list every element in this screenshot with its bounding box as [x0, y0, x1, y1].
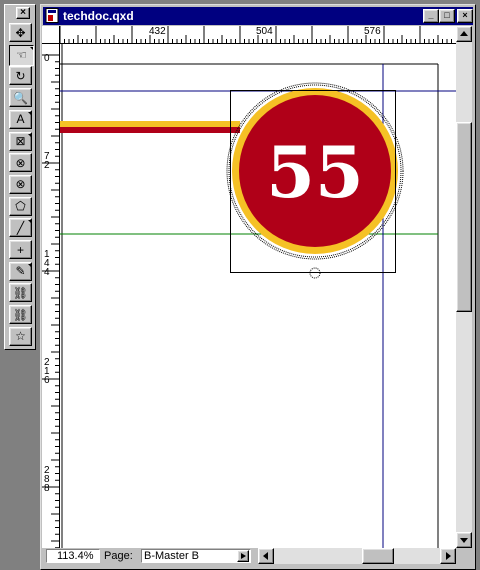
- rotation-tool-button[interactable]: ↻: [9, 66, 32, 86]
- bezier-pen-tool-icon: ✎: [15, 264, 26, 279]
- ruler-label: 1 4 4: [44, 249, 50, 278]
- oval-picture-box-tool-icon: ⊗: [15, 155, 26, 170]
- page-menu-button[interactable]: [237, 550, 249, 562]
- horizontal-ruler[interactable]: 432 504 576: [60, 26, 456, 44]
- page-value: B-Master B: [144, 550, 200, 562]
- minimize-button[interactable]: _: [423, 9, 439, 23]
- content-tool-button[interactable]: ☜: [9, 44, 34, 66]
- bezier-pen-tool-button[interactable]: ✎: [9, 261, 32, 281]
- rotation-tool-icon: ↻: [15, 68, 26, 83]
- arrow-up-icon: [460, 31, 468, 36]
- page-label: Page:: [104, 550, 133, 562]
- line-tool-button[interactable]: ╱: [9, 218, 32, 238]
- circle-picture-box-tool-icon: ⊗: [15, 177, 26, 192]
- tool-palette: × ✥ ☜ ↻ 🔍 A ⊠ ⊗ ⊗ ⬠ ╱ + ✎ ⛓ ⛓ ☆: [4, 4, 36, 350]
- ruler-label: 2 8 8: [44, 465, 50, 494]
- scroll-up-button[interactable]: [456, 26, 472, 42]
- scroll-down-button[interactable]: [456, 532, 472, 548]
- linking-tool-icon: ⛓: [12, 285, 29, 300]
- resize-grip[interactable]: [458, 548, 472, 564]
- page-artwork[interactable]: 55: [60, 44, 456, 548]
- content-tool-icon: ☜: [16, 48, 27, 63]
- zoom-field[interactable]: 113.4%: [46, 549, 100, 563]
- arrow-right-icon: [446, 552, 451, 560]
- star-tool-icon: ☆: [15, 329, 26, 344]
- popout-indicator: [28, 220, 31, 224]
- scroll-right-button[interactable]: [440, 548, 456, 564]
- picture-box-tool-button[interactable]: ⊠: [9, 131, 32, 151]
- ruler-label: 0: [44, 53, 50, 64]
- star-tool-button[interactable]: ☆: [9, 326, 32, 346]
- document-canvas[interactable]: 55: [60, 44, 456, 548]
- document-icon: [45, 8, 59, 23]
- gold-stripe: [60, 121, 240, 127]
- item-tool-icon: ✥: [15, 25, 26, 40]
- vertical-scroll-thumb[interactable]: [456, 122, 472, 312]
- ruler-label: 432: [149, 26, 166, 37]
- picture-box-tool-icon: ⊠: [15, 134, 26, 148]
- horizontal-scrollbar[interactable]: [258, 548, 456, 564]
- badge-number: 55: [266, 131, 363, 214]
- zoom-tool-button[interactable]: 🔍: [9, 88, 32, 108]
- bezier-picture-box-tool-button[interactable]: ⬠: [9, 196, 32, 216]
- popout-indicator: [28, 133, 31, 137]
- vertical-scrollbar[interactable]: [456, 26, 472, 548]
- circle-picture-box-tool-button[interactable]: ⊗: [9, 174, 32, 194]
- orthogonal-line-tool-icon: +: [16, 242, 24, 257]
- ruler-label: 576: [364, 26, 381, 37]
- vertical-ruler[interactable]: 0 7 2 1 4 4 2 1 6 2 8 8: [42, 44, 60, 548]
- line-tool-icon: ╱: [16, 220, 25, 235]
- arrow-down-icon: [460, 538, 468, 543]
- oval-picture-box-tool-button[interactable]: ⊗: [9, 153, 32, 173]
- maximize-button[interactable]: □: [439, 9, 455, 23]
- arrow-left-icon: [263, 552, 268, 560]
- palette-close-button[interactable]: ×: [16, 7, 30, 19]
- text-box-tool-button[interactable]: A: [9, 109, 32, 129]
- horizontal-scroll-thumb[interactable]: [362, 548, 394, 564]
- item-tool-button[interactable]: ✥: [9, 23, 32, 42]
- unlinking-tool-icon: ⛓: [12, 307, 29, 322]
- ruler-label: 7 2: [44, 151, 50, 171]
- close-button[interactable]: ×: [457, 9, 473, 23]
- orthogonal-line-tool-button[interactable]: +: [9, 240, 32, 259]
- title-bar: techdoc.qxd _ □ ×: [43, 7, 473, 25]
- ruler-label: 2 1 6: [44, 357, 50, 386]
- window-title: techdoc.qxd: [63, 9, 134, 23]
- linking-tool-button[interactable]: ⛓: [9, 283, 32, 303]
- bezier-picture-box-tool-icon: ⬠: [15, 199, 26, 214]
- popout-indicator: [28, 263, 31, 267]
- scroll-left-button[interactable]: [258, 548, 274, 564]
- status-bar: 113.4% Page: B-Master B: [42, 548, 472, 565]
- zoom-tool-icon: 🔍: [13, 90, 28, 105]
- ruler-label: 504: [256, 26, 273, 37]
- text-box-tool-icon: A: [16, 112, 25, 127]
- unlinking-tool-button[interactable]: ⛓: [9, 305, 32, 325]
- popout-indicator: [30, 46, 33, 50]
- popout-indicator: [28, 111, 31, 115]
- ruler-origin[interactable]: [42, 26, 60, 44]
- arrow-right-icon: [241, 553, 246, 559]
- red-stripe: [60, 127, 240, 133]
- page-field[interactable]: B-Master B: [141, 549, 251, 563]
- palette-titlebar: ×: [7, 6, 33, 19]
